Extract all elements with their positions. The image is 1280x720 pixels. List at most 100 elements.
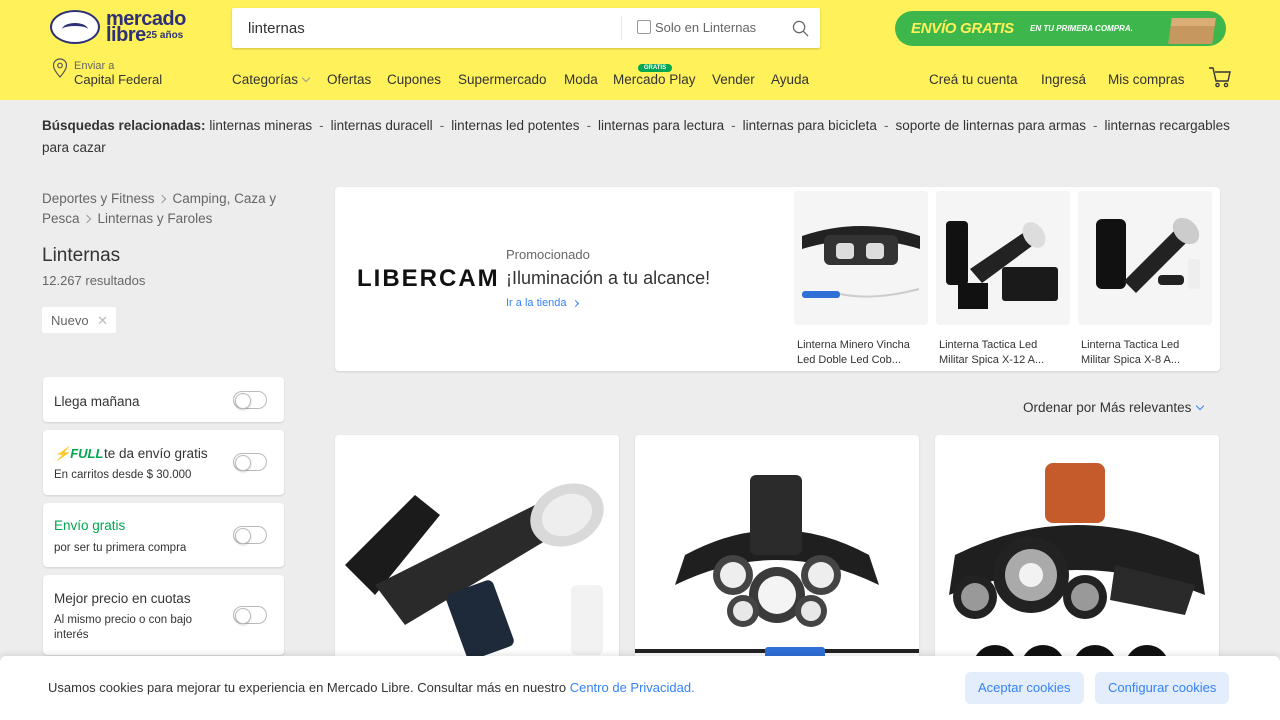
- search-bar: Solo en Linternas: [232, 8, 820, 48]
- header: mercado libre 25 años Solo en Linternas …: [0, 0, 1280, 100]
- promoted-product[interactable]: Linterna Tactica Led Militar Spica X-8 A…: [1078, 191, 1212, 367]
- toggle-switch[interactable]: [233, 606, 267, 624]
- mercadolibre-logo[interactable]: mercado libre 25 años: [50, 9, 190, 46]
- store-link[interactable]: Ir a la tienda: [506, 297, 579, 309]
- logo-years: 25 años: [146, 30, 184, 41]
- cookie-message: Usamos cookies para mejorar tu experienc…: [48, 680, 570, 695]
- filter-llega-manana: Llega mañana: [43, 377, 284, 422]
- filter-title: te da envío gratis: [104, 446, 208, 461]
- chevron-down-icon: [1196, 401, 1205, 411]
- search-button[interactable]: [780, 8, 820, 48]
- promoted-store-card: LIBERCAM Promocionado ¡Iluminación a tu …: [335, 187, 1220, 371]
- product-image: [1078, 191, 1212, 325]
- breadcrumb: Deportes y Fitness Camping, Caza y Pesca L…: [42, 189, 292, 229]
- location-value: Capital Federal: [74, 72, 163, 87]
- applied-filter-chip[interactable]: Nuevo ✕: [42, 307, 116, 333]
- nav-moda[interactable]: Moda: [564, 72, 598, 87]
- filter-subtitle: Al mismo precio o con bajo interés: [54, 614, 193, 641]
- my-purchases-link[interactable]: Mis compras: [1108, 72, 1185, 87]
- handshake-icon: [50, 10, 100, 44]
- banner-sub-text: EN TU PRIMERA COMPRA.: [1030, 24, 1133, 33]
- related-label: Búsquedas relacionadas:: [42, 118, 206, 133]
- promoted-product[interactable]: Linterna Minero Vincha Led Doble Led Cob…: [794, 191, 928, 367]
- chip-label: Nuevo: [51, 313, 89, 328]
- toggle-switch[interactable]: [233, 391, 267, 409]
- filter-title: Envío gratis: [54, 518, 126, 533]
- toggle-switch[interactable]: [233, 453, 267, 471]
- chevron-right-icon: [571, 299, 579, 308]
- related-item[interactable]: linternas para lectura: [598, 118, 724, 133]
- filter-mejor-precio-cuotas: Mejor precio en cuotas Al mismo precio o…: [43, 575, 284, 655]
- solo-en-checkbox[interactable]: [637, 20, 651, 34]
- filter-subtitle: por ser tu primera compra: [54, 542, 187, 554]
- configure-cookies-button[interactable]: Configurar cookies: [1095, 672, 1230, 704]
- privacy-center-link[interactable]: Centro de Privacidad.: [570, 680, 695, 695]
- breadcrumb-item[interactable]: Linternas y Faroles: [98, 211, 213, 226]
- banner-main-text: ENVÍO GRATIS: [911, 20, 1014, 37]
- nav-ayuda[interactable]: Ayuda: [771, 72, 809, 87]
- related-item[interactable]: linternas led potentes: [451, 118, 579, 133]
- create-account-link[interactable]: Creá tu cuenta: [929, 72, 1018, 87]
- filter-full: ⚡FULL te da envío gratis En carritos des…: [43, 430, 284, 495]
- cart-icon[interactable]: [1208, 66, 1232, 88]
- store-logo[interactable]: LIBERCAM: [357, 267, 500, 291]
- accept-cookies-button[interactable]: Aceptar cookies: [965, 672, 1084, 704]
- related-item[interactable]: linternas duracell: [331, 118, 433, 133]
- chevron-right-icon: [82, 214, 91, 224]
- related-item[interactable]: linternas para bicicleta: [743, 118, 877, 133]
- nav-categorias[interactable]: Categorías: [232, 72, 309, 87]
- search-input[interactable]: [248, 8, 608, 48]
- product-name: Linterna Tactica Led Militar Spica X-8 A…: [1081, 339, 1181, 366]
- nav-cupones[interactable]: Cupones: [387, 72, 441, 87]
- filter-title: Llega mañana: [54, 394, 140, 409]
- page-title: Linternas: [42, 245, 121, 266]
- location-label: Enviar a: [74, 60, 115, 72]
- free-shipping-banner[interactable]: ENVÍO GRATIS EN TU PRIMERA COMPRA.: [895, 11, 1226, 46]
- close-icon[interactable]: ✕: [97, 313, 108, 329]
- product-image: [936, 191, 1070, 325]
- solo-en-label[interactable]: Solo en Linternas: [655, 20, 756, 35]
- separator: -: [883, 118, 889, 133]
- sort-value[interactable]: Más relevantes: [1100, 400, 1192, 415]
- product-image: [794, 191, 928, 325]
- nav-ofertas[interactable]: Ofertas: [327, 72, 371, 87]
- nav-mercado-play[interactable]: Mercado Play: [613, 72, 696, 87]
- location-pin-icon: [52, 58, 68, 78]
- filter-subtitle: En carritos desde $ 30.000: [54, 469, 192, 481]
- product-name: Linterna Tactica Led Militar Spica X-12 …: [939, 339, 1045, 366]
- sort-label: Ordenar por: [1023, 400, 1096, 415]
- product-name: Linterna Minero Vincha Led Doble Led Cob…: [797, 339, 910, 366]
- filter-envio-gratis: Envío gratis por ser tu primera compra: [43, 503, 284, 567]
- toggle-switch[interactable]: [233, 526, 267, 544]
- separator: -: [439, 118, 445, 133]
- full-brand: FULL: [70, 446, 104, 461]
- search-divider: [621, 16, 622, 40]
- lightning-icon: ⚡: [54, 446, 71, 461]
- breadcrumb-item[interactable]: Deportes y Fitness: [42, 191, 155, 206]
- result-count: 12.267 resultados: [42, 273, 146, 288]
- separator: -: [319, 118, 324, 133]
- separator: -: [1093, 118, 1098, 133]
- full-logo: ⚡FULL: [54, 446, 103, 462]
- search-icon: [792, 20, 808, 36]
- gratis-badge: GRATIS: [638, 64, 672, 72]
- cookie-banner: Usamos cookies para mejorar tu experienc…: [0, 656, 1280, 720]
- store-link-label: Ir a la tienda: [506, 297, 567, 309]
- promoted-label: Promocionado: [506, 247, 590, 262]
- nav-supermercado[interactable]: Supermercado: [458, 72, 547, 87]
- promoted-headline: ¡Iluminación a tu alcance!: [506, 268, 711, 288]
- sort-control[interactable]: Ordenar por Más relevantes: [1023, 400, 1205, 415]
- nav-vender[interactable]: Vender: [712, 72, 755, 87]
- related-item[interactable]: linternas mineras: [209, 118, 312, 133]
- login-link[interactable]: Ingresá: [1041, 72, 1086, 87]
- separator: -: [586, 118, 592, 133]
- box-icon: [1168, 18, 1216, 44]
- related-item[interactable]: soporte de linternas para armas: [895, 118, 1086, 133]
- cookie-text: Usamos cookies para mejorar tu experienc…: [48, 680, 695, 695]
- logo-line2: libre: [106, 24, 146, 46]
- promoted-product[interactable]: Linterna Tactica Led Militar Spica X-12 …: [936, 191, 1070, 367]
- chevron-right-icon: [157, 194, 166, 204]
- separator: -: [731, 118, 736, 133]
- related-searches: Búsquedas relacionadas: linternas minera…: [42, 115, 1232, 159]
- filter-title: Mejor precio en cuotas: [54, 591, 191, 606]
